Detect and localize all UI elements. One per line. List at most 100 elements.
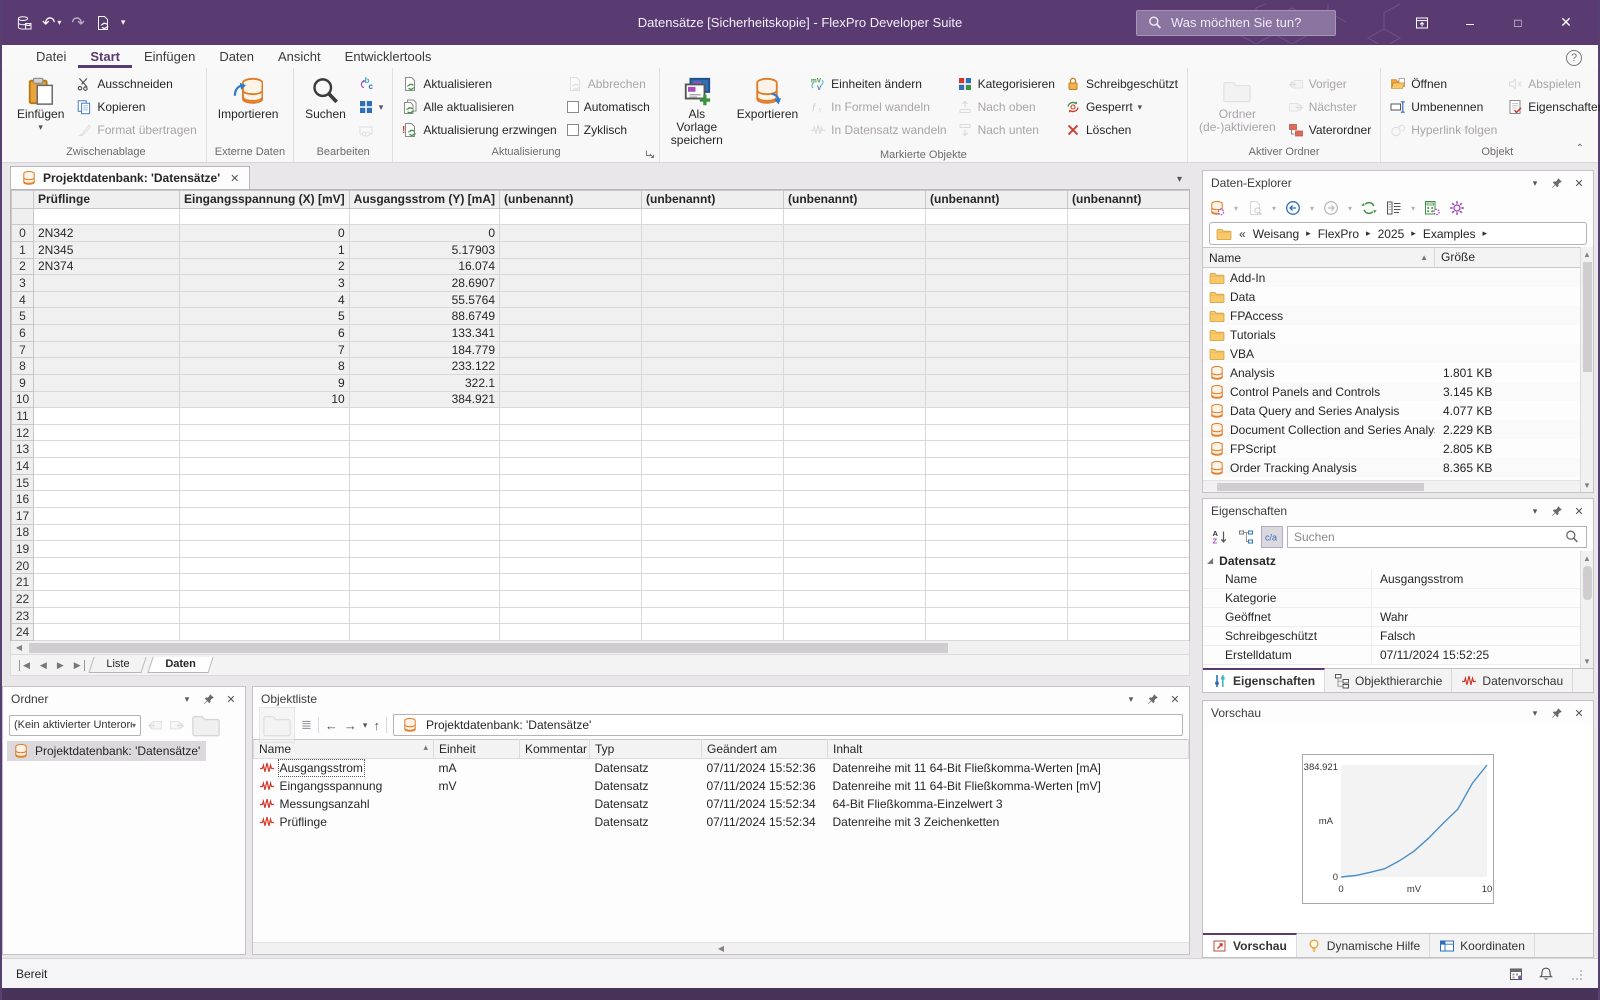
document-tab[interactable]: Projektdatenbank: 'Datensätze' ✕ [10,166,250,189]
cell-empty[interactable] [1068,341,1190,358]
cell-empty[interactable] [642,474,784,491]
cell-empty[interactable] [642,225,784,242]
cell-empty[interactable] [926,507,1068,524]
row-header[interactable]: 21 [12,574,34,591]
object-list-table[interactable]: Name ▴EinheitKommentarTypGeändert amInha… [253,739,1189,831]
cell-pruefling[interactable] [34,607,180,624]
breadcrumb-collapse[interactable]: « [1239,227,1246,241]
exportieren-button[interactable]: Exportieren [730,71,805,147]
undo-icon[interactable]: ↶▾ [42,13,61,33]
column-header[interactable]: Ausgangsstrom (Y) [mA] [349,191,499,209]
cell-empty[interactable] [642,341,784,358]
voriger-button[interactable]: Voriger [1285,73,1374,95]
cell-empty[interactable] [642,358,784,375]
row-header[interactable]: 10 [12,391,34,408]
cell-eingangsspannung[interactable] [180,408,350,425]
cell-empty[interactable] [500,591,642,608]
close-panel-icon[interactable]: ✕ [1573,177,1585,190]
cell-pruefling[interactable] [34,557,180,574]
cell-empty[interactable] [926,624,1068,641]
cell-empty[interactable] [784,258,926,275]
tab-einfügen[interactable]: Einfügen [132,47,207,68]
properties-vertical-scrollbar[interactable]: ▲ ▼ [1580,551,1593,668]
explorer-item[interactable]: Analysis1.801 KB [1203,363,1580,382]
tab-entwicklertools[interactable]: Entwicklertools [333,47,444,68]
cell-empty[interactable] [926,441,1068,458]
property-row[interactable]: Kategorie [1203,589,1580,608]
aktualisierung-erzwingen-button[interactable]: !Aktualisierung erzwingen [399,119,559,141]
corner-header[interactable] [12,191,34,209]
back-icon[interactable] [1285,200,1301,216]
property-row[interactable]: Erstelldatum07/11/2024 15:52:25 [1203,646,1580,665]
explorer-item[interactable]: FPAccess [1203,306,1580,325]
cell-pruefling[interactable] [34,441,180,458]
cell-empty[interactable] [784,391,926,408]
property-value[interactable] [1371,589,1580,607]
prev-sheet-icon[interactable]: ◀ [35,660,52,671]
explorer-item[interactable]: Data Query and Series Analysis4.077 KB [1203,401,1580,420]
pin-icon[interactable] [1147,691,1159,707]
cell-empty[interactable] [1068,424,1190,441]
cell-eingangsspannung[interactable] [180,474,350,491]
next-folder-icon[interactable] [169,717,185,733]
cell-empty[interactable] [500,241,642,258]
unit-cell[interactable] [34,208,180,225]
unit-cell[interactable] [642,208,784,225]
cell-ausgangsstrom[interactable] [349,524,499,541]
row-header[interactable]: 20 [12,557,34,574]
cell-empty[interactable] [500,225,642,242]
cell-empty[interactable] [1068,474,1190,491]
help-icon[interactable]: ? [1566,50,1582,66]
cell-empty[interactable] [784,374,926,391]
panel-menu-icon[interactable]: ▾ [1529,506,1541,517]
expand-all-icon[interactable]: ≣ [301,717,312,733]
row-header[interactable]: 12 [12,424,34,441]
cell-eingangsspannung[interactable] [180,574,350,591]
close-panel-icon[interactable]: ✕ [225,693,237,706]
maximize-button[interactable]: □ [1496,6,1540,40]
cell-empty[interactable] [642,408,784,425]
cell-eingangsspannung[interactable] [180,441,350,458]
bell-icon[interactable] [1538,966,1554,982]
tell-me-search[interactable]: Was möchten Sie tun? [1136,10,1336,36]
cell-empty[interactable] [642,624,784,641]
unit-cell[interactable] [926,208,1068,225]
cell-eingangsspannung[interactable] [180,458,350,475]
pin-icon[interactable] [1551,503,1563,519]
cell-ausgangsstrom[interactable]: 16.074 [349,258,499,275]
cell-empty[interactable] [642,308,784,325]
cell-ausgangsstrom[interactable] [349,424,499,441]
cell-empty[interactable] [1068,391,1190,408]
cell-ausgangsstrom[interactable] [349,507,499,524]
cell-empty[interactable] [926,291,1068,308]
cell-ausgangsstrom[interactable]: 384.921 [349,391,499,408]
cell-empty[interactable] [500,258,642,275]
cell-empty[interactable] [926,474,1068,491]
cell-empty[interactable] [926,358,1068,375]
preview-tab-dynamische-hilfe[interactable]: Dynamische Hilfe [1297,934,1430,957]
properties-tab-eigenschaften[interactable]: Eigenschaften [1203,668,1325,692]
panel-menu-icon[interactable]: ▾ [181,694,193,705]
last-sheet-icon[interactable]: ▶ [69,660,85,671]
cell-ausgangsstrom[interactable] [349,441,499,458]
importieren-button[interactable]: Importieren [211,71,286,144]
cell-pruefling[interactable] [34,507,180,524]
column-header[interactable]: Eingangsspannung (X) [mV] [180,191,350,209]
nach-oben-button[interactable]: Nach oben [954,96,1058,118]
cell-empty[interactable] [1068,374,1190,391]
ausschneiden-button[interactable]: Ausschneiden [73,73,199,95]
cell-empty[interactable] [926,241,1068,258]
scroll-thumb[interactable] [1583,262,1592,372]
explorer-item[interactable]: Tutorials [1203,325,1580,344]
cell-empty[interactable] [1068,325,1190,342]
tab-start[interactable]: Start [78,47,132,68]
pin-icon[interactable] [1551,175,1563,191]
cell-empty[interactable] [500,491,642,508]
explorer-item[interactable]: FPScript2.805 KB [1203,439,1580,458]
cell-empty[interactable] [642,325,784,342]
cell-empty[interactable] [1068,275,1190,292]
cell-empty[interactable] [926,458,1068,475]
cell-empty[interactable] [926,591,1068,608]
ribbon-display-options-button[interactable] [1400,6,1444,40]
cell-pruefling[interactable] [34,358,180,375]
